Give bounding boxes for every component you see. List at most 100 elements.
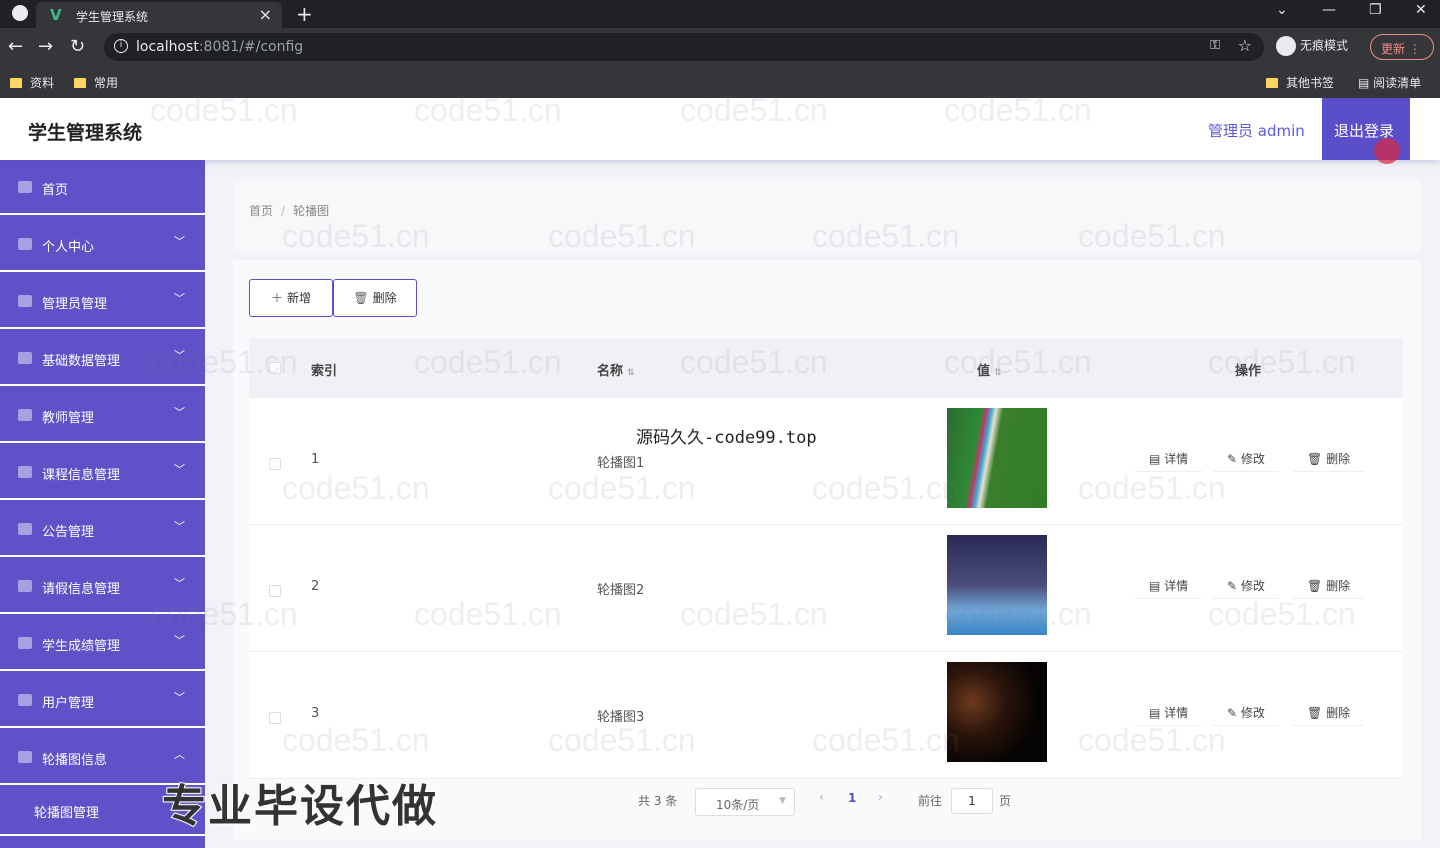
sidebar: 首页 个人中心 ﹀ 管理员管理 ﹀ 基础数据管理 ﹀ 教师管理 ﹀ 课程信息管理… — [0, 160, 205, 848]
vue-favicon-icon: V — [50, 6, 62, 24]
incognito-icon — [1276, 36, 1296, 56]
back-icon[interactable]: ← — [8, 36, 23, 57]
carousel-thumbnail[interactable] — [947, 662, 1047, 762]
reload-icon[interactable]: ↻ — [70, 36, 85, 57]
sidebar-item-leave[interactable]: 请假信息管理 ﹀ — [0, 559, 205, 614]
batch-delete-button[interactable]: 🗑 删除 — [333, 279, 417, 317]
header-actions: 操作 — [1235, 364, 1262, 379]
sidebar-item-admins[interactable]: 管理员管理 ﹀ — [0, 274, 205, 329]
detail-button[interactable]: ▤ 详情 — [1135, 446, 1203, 472]
table-row: 2 轮播图2 ▤ 详情 ✎ 修改 🗑 删除 — [249, 525, 1403, 652]
header-name[interactable]: 名称 ⇅ — [597, 360, 635, 379]
carousel-icon — [18, 751, 32, 763]
breadcrumb: 首页 / 轮播图 — [249, 202, 329, 219]
prev-page-icon[interactable]: ‹ — [819, 790, 824, 804]
sidebar-item-grades[interactable]: 学生成绩管理 ﹀ — [0, 616, 205, 671]
chevron-down-icon: ﹀ — [174, 577, 185, 590]
sidebar-item-users[interactable]: 用户管理 ﹀ — [0, 673, 205, 728]
content-card: ＋新增 🗑 删除 索引 名称 ⇅ 值 ⇅ 操作 1 轮播图1 ▤ 详情 ✎ 修改 🗑 … — [233, 260, 1421, 840]
tab-close-icon[interactable]: × — [259, 5, 272, 24]
sidebar-item-notices[interactable]: 公告管理 ﹀ — [0, 502, 205, 557]
user-icon — [18, 238, 32, 250]
update-button[interactable]: 更新 ⋮ — [1370, 34, 1434, 60]
sidebar-item-home[interactable]: 首页 — [0, 160, 205, 215]
row-index: 1 — [311, 452, 320, 467]
page-suffix: 页 — [999, 794, 1012, 808]
forward-icon[interactable]: → — [38, 36, 53, 57]
trash-icon: 🗑 — [353, 291, 369, 305]
browser-menu-icon[interactable] — [12, 5, 28, 21]
row-checkbox[interactable] — [269, 712, 281, 724]
select-all-checkbox[interactable] — [269, 362, 281, 374]
header-index: 索引 — [311, 364, 338, 379]
folder-icon — [1266, 78, 1278, 88]
folder-icon — [74, 78, 86, 88]
row-delete-button[interactable]: 🗑 删除 — [1293, 446, 1365, 472]
row-checkbox[interactable] — [269, 585, 281, 597]
row-delete-button[interactable]: 🗑 删除 — [1293, 700, 1365, 726]
app-header: 学生管理系统 管理员 admin 退出登录 — [0, 98, 1440, 160]
detail-icon: ▤ — [1149, 452, 1165, 466]
chevron-down-icon: ﹀ — [174, 349, 185, 362]
reading-list[interactable]: ▤ 阅读清单 — [1358, 74, 1421, 91]
main-content: 首页 / 轮播图 ＋新增 🗑 删除 索引 名称 ⇅ 值 ⇅ 操作 1 轮播图1 ▤ 详情 … — [205, 160, 1440, 848]
row-delete-button[interactable]: 🗑 删除 — [1293, 573, 1365, 599]
detail-button[interactable]: ▤ 详情 — [1135, 700, 1203, 726]
other-bookmarks[interactable]: 其他书签 — [1266, 74, 1334, 91]
overlay-site-url: 源码久久-code99.top — [636, 428, 817, 448]
sidebar-item-courses[interactable]: 课程信息管理 ﹀ — [0, 445, 205, 500]
chevron-down-icon: ﹀ — [174, 406, 185, 419]
edit-button[interactable]: ✎ 修改 — [1213, 700, 1279, 726]
sidebar-item-teachers[interactable]: 教师管理 ﹀ — [0, 388, 205, 443]
carousel-thumbnail[interactable] — [947, 408, 1047, 508]
row-name: 轮播图1 — [597, 456, 645, 471]
site-info-icon[interactable]: i — [114, 39, 128, 53]
header-value[interactable]: 值 ⇅ — [977, 360, 1002, 379]
goto-page-input[interactable]: 1 — [951, 788, 993, 814]
cursor-highlight — [1374, 138, 1400, 164]
notice-icon — [18, 523, 32, 535]
detail-icon: ▤ — [1149, 579, 1165, 593]
minimize-icon[interactable]: — — [1322, 2, 1336, 18]
tab-title: 学生管理系统 — [76, 10, 149, 24]
chevron-up-icon: ︿ — [174, 748, 185, 761]
detail-button[interactable]: ▤ 详情 — [1135, 573, 1203, 599]
breadcrumb-home[interactable]: 首页 — [249, 204, 273, 218]
table-row: 1 轮播图1 ▤ 详情 ✎ 修改 🗑 删除 — [249, 398, 1403, 525]
restore-icon[interactable]: ❐ — [1369, 2, 1382, 18]
teacher-icon — [18, 409, 32, 421]
admin-icon — [18, 295, 32, 307]
new-tab-button[interactable]: + — [296, 2, 313, 26]
carousel-thumbnail[interactable] — [947, 535, 1047, 635]
edit-icon: ✎ — [1227, 706, 1241, 720]
sidebar-item-personal[interactable]: 个人中心 ﹀ — [0, 217, 205, 272]
browser-tab-bar: V 学生管理系统 × + ⌄ — ❐ ✕ — [0, 0, 1440, 28]
breadcrumb-card: 首页 / 轮播图 — [233, 180, 1421, 252]
table-row: 3 轮播图3 ▤ 详情 ✎ 修改 🗑 删除 — [249, 652, 1403, 779]
sidebar-item-basic-data[interactable]: 基础数据管理 ﹀ — [0, 331, 205, 386]
url-input[interactable]: i localhost:8081/#/config ⚿ ☆ — [104, 33, 1264, 61]
page-size-select[interactable]: 10条/页 ▼ — [695, 788, 795, 816]
bookmark-item[interactable]: 资料 — [10, 74, 54, 91]
bookmark-item[interactable]: 常用 — [74, 74, 118, 91]
edit-button[interactable]: ✎ 修改 — [1213, 573, 1279, 599]
browser-tab[interactable]: V 学生管理系统 × — [36, 2, 282, 28]
close-window-icon[interactable]: ✕ — [1415, 2, 1427, 18]
chevron-down-icon: ﹀ — [174, 235, 185, 248]
tab-search-icon[interactable]: ⌄ — [1276, 2, 1288, 18]
bookmark-star-icon[interactable]: ☆ — [1238, 36, 1252, 55]
row-checkbox[interactable] — [269, 458, 281, 470]
data-icon — [18, 352, 32, 364]
sort-icon[interactable]: ⇅ — [627, 368, 635, 378]
sort-icon[interactable]: ⇅ — [994, 368, 1002, 378]
next-page-icon[interactable]: › — [878, 790, 883, 804]
add-button[interactable]: ＋新增 — [249, 279, 333, 317]
detail-icon: ▤ — [1149, 706, 1165, 720]
pagination-total: 共 3 条 — [638, 794, 678, 808]
password-key-icon[interactable]: ⚿ — [1210, 38, 1220, 53]
row-name: 轮播图2 — [597, 583, 645, 598]
incognito-indicator[interactable]: 无痕模式 — [1276, 36, 1348, 56]
goto-label: 前往 — [918, 794, 943, 808]
edit-button[interactable]: ✎ 修改 — [1213, 446, 1279, 472]
page-number[interactable]: 1 — [848, 791, 856, 805]
